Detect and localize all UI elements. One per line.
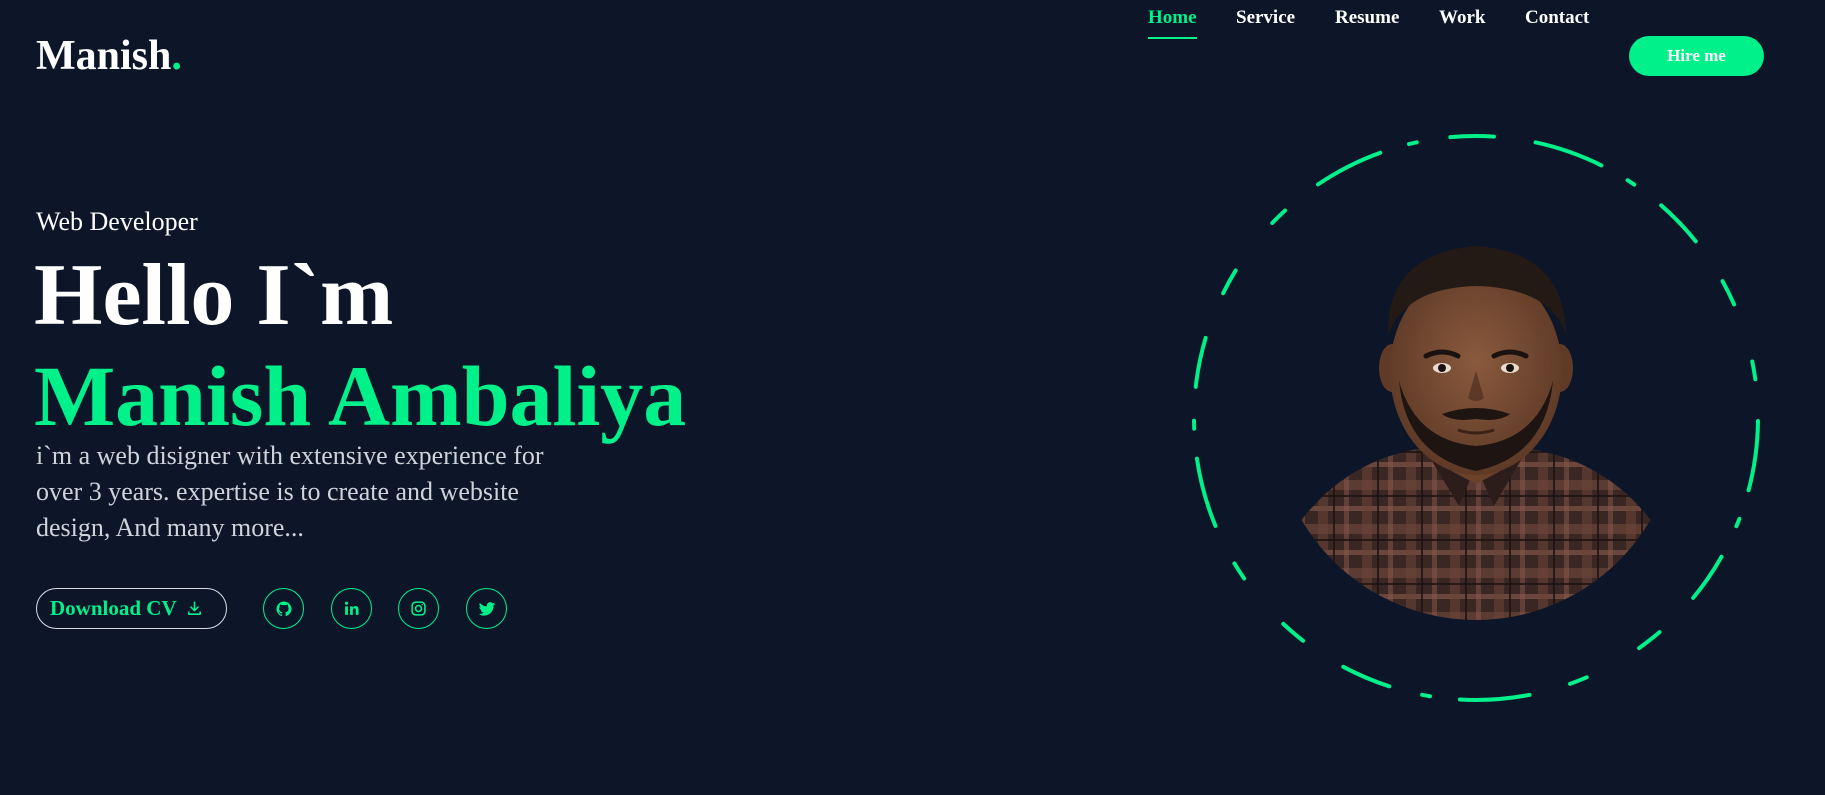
instagram-icon [410, 600, 427, 617]
linkedin-link[interactable] [331, 588, 372, 629]
hero-photo-area [1190, 132, 1762, 704]
nav-resume[interactable]: Resume [1335, 0, 1399, 36]
nav-work[interactable]: Work [1439, 0, 1485, 36]
github-icon [275, 600, 293, 618]
twitter-link[interactable] [466, 588, 507, 629]
hero-name: Manish Ambaliya [34, 348, 687, 444]
hero-greeting: Hello I`m [34, 247, 394, 344]
download-icon [186, 600, 203, 617]
instagram-link[interactable] [398, 588, 439, 629]
profile-photo [1274, 216, 1678, 620]
site-logo[interactable]: Manish. [36, 30, 182, 82]
logo-text: Manish [36, 33, 172, 79]
download-cv-button[interactable]: Download CV [36, 588, 227, 629]
portfolio-page: Manish. Home Service Resume Work Contact… [0, 0, 1825, 795]
hire-me-button[interactable]: Hire me [1629, 36, 1764, 76]
hero-role: Web Developer [36, 207, 198, 236]
twitter-icon [478, 600, 496, 618]
github-link[interactable] [263, 588, 304, 629]
download-cv-label: Download CV [50, 596, 177, 620]
nav-home[interactable]: Home [1148, 0, 1197, 39]
nav-service[interactable]: Service [1236, 0, 1295, 36]
nav-contact[interactable]: Contact [1525, 0, 1589, 36]
hero-intro: i`m a web disigner with extensive experi… [36, 441, 544, 542]
logo-dot: . [171, 33, 182, 79]
linkedin-icon [343, 600, 360, 617]
